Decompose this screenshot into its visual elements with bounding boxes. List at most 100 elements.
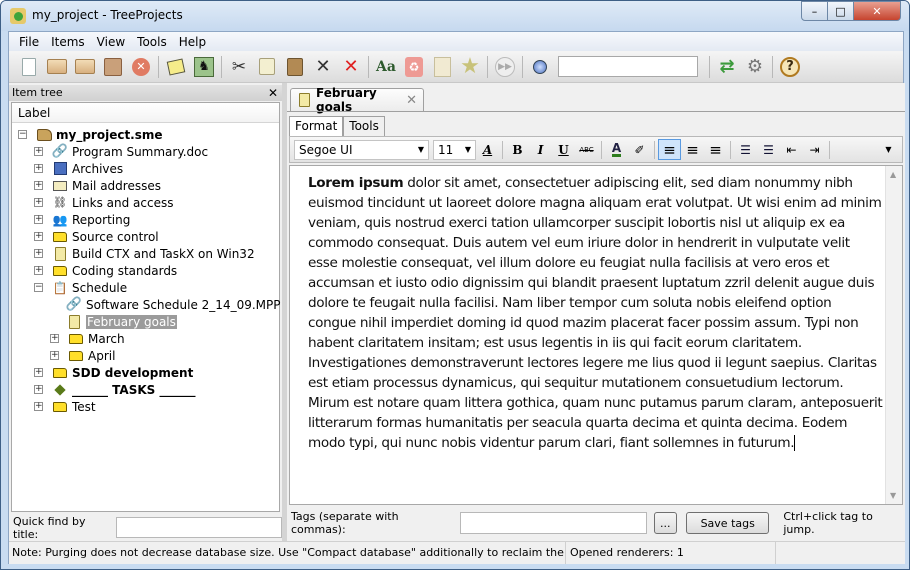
menu-file[interactable]: File bbox=[13, 35, 45, 49]
close-window-button[interactable]: ✕ bbox=[853, 1, 901, 21]
users-icon: 👥 bbox=[52, 212, 68, 227]
font-color-toggle-button[interactable]: A bbox=[476, 139, 499, 160]
tree-item[interactable]: + 🔗 Program Summary.doc bbox=[34, 143, 208, 160]
expand-icon[interactable]: + bbox=[34, 164, 43, 173]
paste-button[interactable] bbox=[281, 53, 309, 81]
cut-button[interactable]: ✂ bbox=[225, 53, 253, 81]
tree-item[interactable]: − my_project.sme bbox=[18, 126, 163, 143]
maximize-button[interactable]: □ bbox=[827, 1, 854, 21]
indent-button[interactable]: ⇥ bbox=[803, 139, 826, 160]
title-bar[interactable]: my_project - TreeProjects – □ ✕ bbox=[1, 1, 909, 31]
expand-icon[interactable]: + bbox=[34, 385, 43, 394]
minimize-button[interactable]: – bbox=[801, 1, 828, 21]
help-button[interactable]: ? bbox=[776, 53, 804, 81]
delete-button[interactable]: ✕ bbox=[309, 53, 337, 81]
expand-icon[interactable]: + bbox=[34, 266, 43, 275]
settings-button[interactable]: ⚙ bbox=[741, 53, 769, 81]
menu-help[interactable]: Help bbox=[173, 35, 212, 49]
expand-icon[interactable]: + bbox=[50, 334, 59, 343]
toolbar-overflow-button[interactable]: ▼ bbox=[877, 139, 900, 160]
tab-tools[interactable]: Tools bbox=[343, 116, 385, 136]
tree-column-header-label[interactable]: Label bbox=[12, 103, 279, 123]
item-tree[interactable]: Label − my_project.sme + 🔗 Program Summary.d… bbox=[11, 102, 280, 512]
tree-item[interactable]: + Archives bbox=[34, 160, 123, 177]
favorite-button[interactable]: ★ bbox=[456, 53, 484, 81]
expand-icon[interactable]: + bbox=[34, 198, 43, 207]
tree-item[interactable]: + March bbox=[50, 330, 125, 347]
browse-tags-button[interactable]: ... bbox=[653, 512, 678, 534]
tree-item[interactable]: 🔗 Software Schedule 2_14_09.MPP bbox=[66, 296, 281, 313]
numbered-list-button[interactable]: ☰ bbox=[734, 139, 757, 160]
scroll-down-icon[interactable]: ▼ bbox=[890, 491, 896, 500]
text-color-button[interactable]: A bbox=[605, 139, 628, 160]
align-center-button[interactable]: ≡ bbox=[681, 139, 704, 160]
expand-icon[interactable]: + bbox=[34, 368, 43, 377]
forward-button[interactable]: ▶▶ bbox=[491, 53, 519, 81]
tree-item[interactable]: + SDD development bbox=[34, 364, 193, 381]
bold-button[interactable]: B bbox=[506, 139, 529, 160]
tree-item[interactable]: + Source control bbox=[34, 228, 159, 245]
tree-item[interactable]: − 📋 Schedule bbox=[34, 279, 127, 296]
expand-icon[interactable]: + bbox=[34, 249, 43, 258]
rich-text-editor[interactable]: Lorem ipsum dolor sit amet, consectetuer… bbox=[289, 165, 903, 505]
tab-february-goals[interactable]: February goals ✕ bbox=[290, 86, 424, 114]
expand-icon[interactable]: + bbox=[34, 215, 43, 224]
new-button[interactable] bbox=[15, 53, 43, 81]
tree-item[interactable]: + Build CTX and TaskX on Win32 bbox=[34, 245, 255, 262]
tree-item[interactable]: + ⛓ Links and access bbox=[34, 194, 173, 211]
close-project-button[interactable]: ✕ bbox=[127, 53, 155, 81]
expand-icon[interactable]: + bbox=[34, 402, 43, 411]
tree-item[interactable]: + 👥 Reporting bbox=[34, 211, 130, 228]
tags-input[interactable] bbox=[460, 512, 647, 534]
search-button[interactable] bbox=[526, 53, 554, 81]
tree-item[interactable]: + ______ TASKS ______ bbox=[34, 381, 195, 398]
tree-item[interactable]: + Mail addresses bbox=[34, 177, 161, 194]
tree-item[interactable]: + Coding standards bbox=[34, 262, 177, 279]
toolbar-search-input[interactable] bbox=[558, 56, 698, 77]
align-right-button[interactable]: ≡ bbox=[704, 139, 727, 160]
expand-icon[interactable]: + bbox=[50, 351, 59, 360]
copy-button[interactable] bbox=[253, 53, 281, 81]
collapse-icon[interactable]: − bbox=[18, 130, 27, 139]
menu-view[interactable]: View bbox=[91, 35, 131, 49]
delete-permanent-button[interactable]: ✕ bbox=[337, 53, 365, 81]
tab-close-icon[interactable]: ✕ bbox=[406, 93, 417, 108]
open-recent-button[interactable] bbox=[71, 53, 99, 81]
outdent-button[interactable]: ⇤ bbox=[780, 139, 803, 160]
editor-pane: February goals ✕ Format Tools Segoe UI ▼… bbox=[287, 83, 905, 541]
strikethrough-button[interactable]: ABC bbox=[575, 139, 598, 160]
document-clock-icon bbox=[433, 56, 451, 77]
tree-item[interactable]: February goals bbox=[66, 313, 177, 330]
menu-tools[interactable]: Tools bbox=[131, 35, 173, 49]
highlight-button[interactable]: ✐ bbox=[628, 139, 651, 160]
font-size-select[interactable]: 11 ▼ bbox=[433, 139, 476, 160]
sync-button[interactable]: ⇄ bbox=[713, 53, 741, 81]
recycle-bin-button[interactable]: ♻ bbox=[400, 53, 428, 81]
expand-icon[interactable]: + bbox=[34, 147, 43, 156]
tree-item[interactable]: + April bbox=[50, 347, 115, 364]
editor-scrollbar[interactable]: ▲ ▼ bbox=[885, 166, 902, 504]
expand-icon[interactable]: + bbox=[34, 181, 43, 190]
llama-button[interactable]: ♞ bbox=[190, 53, 218, 81]
open-button[interactable] bbox=[43, 53, 71, 81]
align-left-button[interactable]: ≡ bbox=[658, 139, 681, 160]
collapse-icon[interactable]: − bbox=[34, 283, 43, 292]
quick-find-input[interactable] bbox=[116, 517, 282, 538]
note-pin-button[interactable] bbox=[162, 53, 190, 81]
save-tags-button[interactable]: Save tags bbox=[686, 512, 770, 534]
italic-button[interactable]: I bbox=[529, 139, 552, 160]
font-button[interactable]: Aa bbox=[372, 53, 400, 81]
menu-items[interactable]: Items bbox=[45, 35, 91, 49]
expand-icon[interactable]: + bbox=[34, 232, 43, 241]
scroll-up-icon[interactable]: ▲ bbox=[890, 170, 896, 179]
close-pane-icon[interactable]: ✕ bbox=[268, 85, 278, 101]
bullet-list-button[interactable]: ☰ bbox=[757, 139, 780, 160]
save-button[interactable] bbox=[99, 53, 127, 81]
editor-content[interactable]: Lorem ipsum dolor sit amet, consectetuer… bbox=[308, 173, 883, 453]
chevron-down-icon: ▼ bbox=[464, 145, 471, 154]
tree-item[interactable]: + Test bbox=[34, 398, 96, 415]
font-family-select[interactable]: Segoe UI ▼ bbox=[294, 139, 429, 160]
tab-format[interactable]: Format bbox=[289, 116, 344, 136]
underline-button[interactable]: U bbox=[552, 139, 575, 160]
document-clock-button[interactable] bbox=[428, 53, 456, 81]
